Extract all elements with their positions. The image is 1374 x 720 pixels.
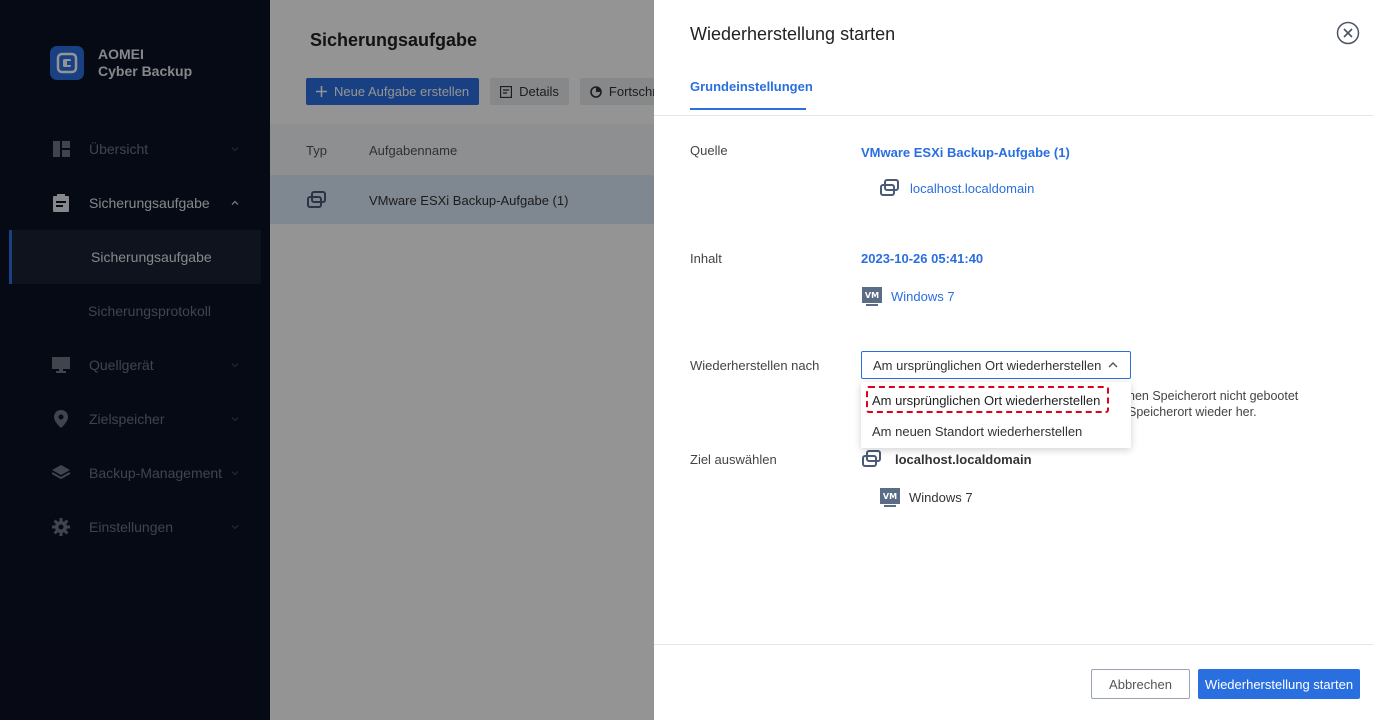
restore-to-dropdown: Am ursprünglichen Ort wiederherstellen A… — [861, 382, 1131, 448]
restore-drawer: Wiederherstellung starten Grundeinstellu… — [654, 0, 1374, 720]
restore-hint: nen Speicherort nicht gebootet Speichero… — [1128, 388, 1328, 420]
restore-to-label: Wiederherstellen nach — [690, 358, 820, 373]
close-icon[interactable] — [1336, 21, 1360, 45]
content-label: Inhalt — [690, 251, 722, 266]
tab-bar: Grundeinstellungen — [654, 70, 1374, 116]
vm-icon: VM — [862, 287, 882, 306]
hint-line1: nen Speicherort nicht gebootet — [1128, 389, 1299, 403]
drawer-title: Wiederherstellung starten — [690, 24, 896, 44]
source-task-link[interactable]: VMware ESXi Backup-Aufgabe (1) — [861, 145, 1070, 160]
source-host-link[interactable]: localhost.localdomain — [910, 181, 1034, 196]
option-new-location[interactable]: Am neuen Standort wiederherstellen — [872, 424, 1082, 439]
option-original-location[interactable]: Am ursprünglichen Ort wiederherstellen — [872, 393, 1100, 408]
vmware-icon — [862, 450, 881, 467]
start-restore-button[interactable]: Wiederherstellung starten — [1198, 669, 1360, 699]
content-vm-link[interactable]: Windows 7 — [891, 289, 955, 304]
restore-to-value: Am ursprünglichen Ort wiederherstellen — [873, 357, 1102, 373]
target-vm: Windows 7 — [909, 490, 973, 505]
source-label: Quelle — [690, 143, 728, 158]
cancel-button[interactable]: Abbrechen — [1091, 669, 1190, 699]
target-host: localhost.localdomain — [895, 452, 1032, 467]
restore-to-select[interactable]: Am ursprünglichen Ort wiederherstellen — [861, 351, 1131, 379]
hint-line2: Speicherort wieder her. — [1128, 405, 1257, 419]
vm-badge: VM — [880, 488, 900, 507]
vm-badge: VM — [862, 287, 882, 306]
vmware-icon — [880, 179, 899, 196]
target-label: Ziel auswählen — [690, 452, 777, 467]
content-date-link[interactable]: 2023-10-26 05:41:40 — [861, 251, 983, 266]
vm-icon: VM — [880, 488, 900, 507]
modal-overlay[interactable] — [0, 0, 654, 720]
drawer-footer: Abbrechen Wiederherstellung starten — [654, 644, 1374, 720]
tab-basic-settings[interactable]: Grundeinstellungen — [690, 79, 813, 110]
chevron-up-icon — [1108, 362, 1118, 368]
